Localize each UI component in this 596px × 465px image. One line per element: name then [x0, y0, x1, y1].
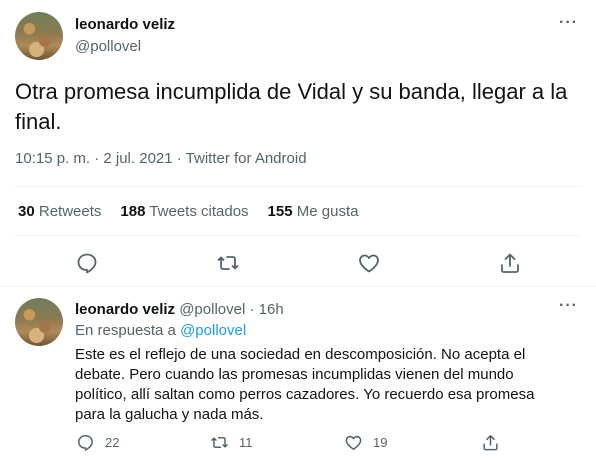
retweets-label: Retweets: [38, 203, 102, 220]
retweets-count: 30: [18, 203, 35, 220]
like-icon: [345, 435, 362, 450]
retweet-button[interactable]: 11: [210, 433, 253, 452]
author-handle[interactable]: @pollovel: [179, 301, 245, 318]
likes-count: 155: [267, 203, 293, 220]
replying-to-link[interactable]: @pollovel: [180, 322, 246, 339]
reply-actions: 22 11 19: [0, 433, 596, 455]
like-icon[interactable]: [357, 251, 381, 275]
like-count: 19: [373, 435, 388, 450]
quotes-stat[interactable]: 188 Tweets citados: [120, 203, 248, 220]
retweet-icon[interactable]: [216, 251, 240, 275]
reply-tweet[interactable]: leonardo veliz @pollovel · 16h ··· En re…: [0, 287, 596, 465]
reply-button[interactable]: 22: [76, 433, 119, 452]
author-handle[interactable]: @pollovel: [75, 38, 141, 55]
retweet-icon: [211, 436, 228, 449]
replying-to: En respuesta a @pollovel: [75, 322, 246, 339]
retweet-count: 11: [239, 435, 253, 450]
reply-text: Este es el reflejo de una sociedad en de…: [75, 346, 535, 423]
quotes-count: 188: [120, 203, 146, 220]
likes-label: Me gusta: [296, 203, 359, 220]
avatar[interactable]: [15, 12, 63, 60]
tweet-timestamp[interactable]: 10:15 p. m. · 2 jul. 2021 · Twitter for …: [15, 150, 307, 167]
replying-prefix: En respuesta a: [75, 322, 176, 339]
tweet-actions: [0, 251, 596, 275]
retweets-stat[interactable]: 30 Retweets: [18, 203, 101, 220]
more-options-icon[interactable]: ···: [559, 14, 578, 32]
author-name[interactable]: leonardo veliz: [75, 301, 175, 318]
main-tweet: leonardo veliz @pollovel ··· Otra promes…: [0, 0, 596, 286]
likes-stat[interactable]: 155 Me gusta: [268, 203, 359, 220]
reply-count: 22: [105, 435, 120, 450]
separator-dot: ·: [245, 301, 259, 318]
reply-icon: [78, 435, 93, 451]
reply-header: leonardo veliz @pollovel · 16h: [75, 301, 284, 318]
like-button[interactable]: 19: [344, 433, 387, 452]
divider: [15, 235, 581, 236]
more-options-icon[interactable]: ···: [559, 297, 578, 315]
tweet-text: Otra promesa incumplida de Vidal y su ba…: [15, 79, 568, 134]
reply-icon[interactable]: [75, 251, 99, 275]
reply-time[interactable]: 16h: [259, 301, 284, 318]
share-icon[interactable]: [498, 251, 522, 275]
author-name[interactable]: leonardo veliz: [75, 16, 175, 33]
divider: [15, 186, 581, 187]
tweet-stats: 30 Retweets 188 Tweets citados 155 Me gu…: [18, 203, 358, 220]
avatar[interactable]: [15, 298, 63, 346]
share-icon: [483, 435, 498, 451]
quotes-label: Tweets citados: [149, 203, 249, 220]
share-button[interactable]: [481, 433, 500, 452]
